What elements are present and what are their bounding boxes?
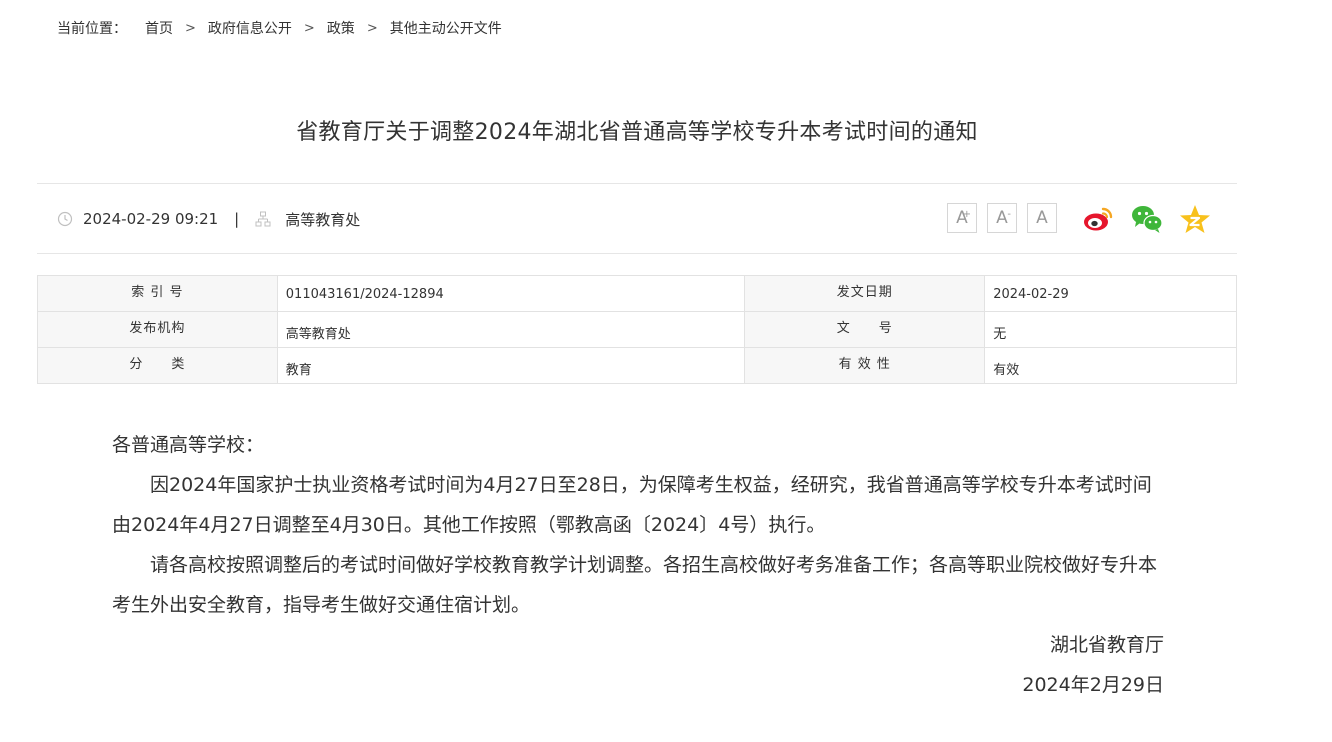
document-number-value: 无 xyxy=(984,311,1237,348)
font-reset-letter: A xyxy=(1036,208,1048,228)
breadcrumb-separator: > xyxy=(366,20,378,36)
body-paragraph: 因2024年国家护士执业资格考试时间为4月27日至28日，为保障考生权益，经研究… xyxy=(112,474,1152,536)
issue-date-label: 发文日期 xyxy=(744,275,986,312)
table-row: 分 类 教育 有 效 性 有效 xyxy=(37,347,1237,384)
weibo-share-icon[interactable] xyxy=(1082,204,1114,234)
article-title: 省教育厅关于调整2024年湖北省普通高等学校专升本考试时间的通知 xyxy=(296,120,978,145)
font-increase-mark: + xyxy=(962,209,971,220)
breadcrumb-separator: > xyxy=(303,20,315,36)
salutation: 各普通高等学校： xyxy=(112,434,265,456)
breadcrumb-separator: > xyxy=(185,20,196,36)
breadcrumb-gov-info-link[interactable]: 政府信息公开 xyxy=(208,18,292,38)
signature: 湖北省教育厅 xyxy=(1049,634,1164,656)
divider-line xyxy=(37,183,1237,184)
font-increase-button[interactable]: A + xyxy=(947,203,977,233)
article-meta: 2024-02-29 09:21 | 高等教育处 xyxy=(57,207,360,231)
index-number-value: 011043161/2024-12894 xyxy=(276,275,746,312)
publisher-value: 高等教育处 xyxy=(276,311,746,348)
font-decrease-mark: - xyxy=(1007,209,1011,220)
divider-line xyxy=(37,253,1237,254)
publishing-department: 高等教育处 xyxy=(285,210,361,229)
document-number-label: 文 号 xyxy=(744,311,986,348)
category-label: 分 类 xyxy=(37,347,278,384)
table-row: 发布机构 高等教育处 文 号 无 xyxy=(37,311,1237,348)
body-paragraph: 请各高校按照调整后的考试时间做好学校教育教学计划调整。各招生高校做好考务准备工作… xyxy=(112,554,1158,616)
breadcrumb-home-link[interactable]: 首页 xyxy=(145,18,173,38)
validity-value: 有效 xyxy=(984,347,1237,384)
clock-icon xyxy=(57,211,73,227)
breadcrumb-label: 当前位置： xyxy=(57,21,127,37)
publisher-label: 发布机构 xyxy=(37,311,278,348)
breadcrumb-policy-link[interactable]: 政策 xyxy=(327,18,355,38)
font-reset-button[interactable]: A xyxy=(1027,203,1057,233)
page: 当前位置： 首页 > 政府信息公开 > 政策 > 其他主动公开文件 省教育厅关于… xyxy=(0,0,1332,742)
issue-date-value: 2024-02-29 xyxy=(984,275,1237,312)
font-size-controls: A + A - A xyxy=(947,203,1067,233)
font-decrease-button[interactable]: A - xyxy=(987,203,1017,233)
document-info-table: 索 引 号 011043161/2024-12894 发文日期 2024-02-… xyxy=(37,275,1237,384)
wechat-share-icon[interactable] xyxy=(1131,204,1163,234)
organization-icon xyxy=(255,211,271,227)
table-row: 索 引 号 011043161/2024-12894 发文日期 2024-02-… xyxy=(37,275,1237,312)
publish-date: 2024-02-29 09:21 xyxy=(83,210,219,228)
article-body: 各普通高等学校： 因2024年国家护士执业资格考试时间为4月27日至28日，为保… xyxy=(112,425,1164,705)
font-decrease-letter: A xyxy=(996,208,1008,228)
validity-label: 有 效 性 xyxy=(744,347,986,384)
sign-date: 2024年2月29日 xyxy=(1022,674,1164,696)
category-value: 教育 xyxy=(276,347,746,384)
meta-divider: | xyxy=(234,210,240,228)
breadcrumb-other-docs-link[interactable]: 其他主动公开文件 xyxy=(390,18,502,38)
qzone-share-icon[interactable] xyxy=(1179,204,1211,234)
breadcrumb: 当前位置： 首页 > 政府信息公开 > 政策 > 其他主动公开文件 xyxy=(57,17,502,39)
index-number-label: 索 引 号 xyxy=(37,275,278,312)
